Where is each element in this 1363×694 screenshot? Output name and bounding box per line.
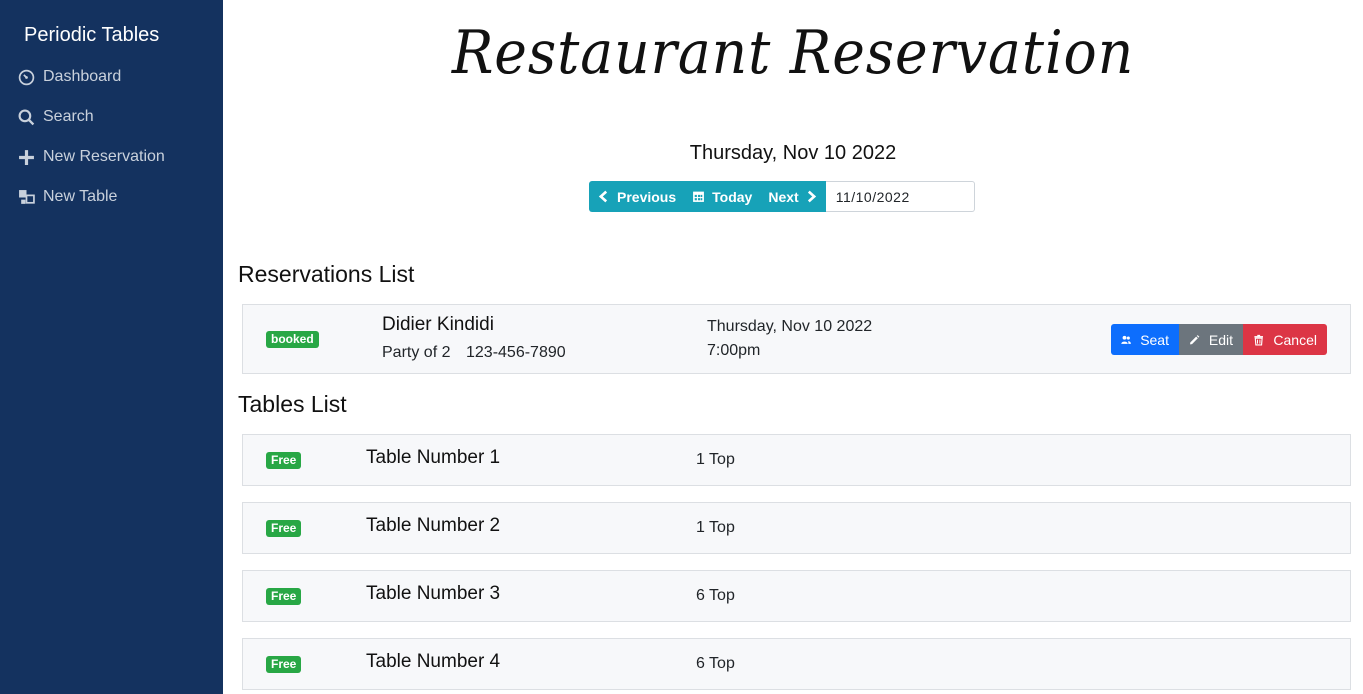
table-capacity: 1 Top [696,451,735,468]
calendar-icon [693,191,705,202]
sidebar-item-dashboard[interactable]: Dashboard [18,65,121,89]
edit-label: Edit [1208,331,1233,348]
page-title: Restaurant Reservation [451,18,1135,88]
pencil-icon [1190,334,1200,344]
table-capacity: 6 Top [696,587,735,604]
reservation-name: Didier Kindidi [382,314,494,335]
cancel-button[interactable]: Cancel [1243,324,1327,355]
table-capacity: 1 Top [696,519,735,536]
today-label: Today [712,188,753,205]
sidebar-item-label: Search [43,108,94,125]
next-label: Next [768,188,799,205]
search-icon [18,109,35,126]
sidebar-item-label: New Reservation [43,148,165,165]
date-input[interactable] [825,181,975,212]
status-badge: booked [266,331,319,348]
users-icon [1121,335,1131,344]
next-day-button[interactable]: Next [760,181,825,212]
seat-button[interactable]: Seat [1111,324,1179,355]
cancel-label: Cancel [1273,331,1317,348]
table-name: Table Number 1 [366,447,501,468]
trash-icon [1254,334,1263,346]
sidebar-item-search[interactable]: Search [18,105,94,129]
table-name: Table Number 2 [366,515,501,536]
today-button[interactable]: Today [684,181,760,212]
status-badge: Free [266,656,302,673]
seat-label: Seat [1140,331,1169,348]
sidebar-item-label: Dashboard [43,68,122,85]
sidebar: Periodic Tables Dashboard Search New Res… [0,0,223,694]
chevron-left-icon [598,190,608,203]
reservation-time: 7:00pm [707,342,761,359]
table-card: Free Table Number 1 1 Top [242,434,1351,486]
table-name: Table Number 4 [366,651,501,672]
tables-list-heading: Tables List [238,391,347,417]
sidebar-item-new-reservation[interactable]: New Reservation [18,145,165,169]
reservation-party-size: Party of 2 [382,344,451,361]
table-capacity: 6 Top [696,655,735,672]
reservations-list-heading: Reservations List [238,261,415,287]
status-badge: Free [266,452,302,469]
reservation-actions: Seat Edit Cancel [1111,324,1327,355]
table-card: Free Table Number 2 1 Top [242,502,1351,554]
plus-icon [18,149,35,166]
status-badge: Free [266,520,302,537]
current-date-heading: Thursday, Nov 10 2022 [689,142,897,164]
previous-label: Previous [617,188,677,205]
sidebar-item-new-table[interactable]: New Table [18,185,117,209]
edit-button[interactable]: Edit [1179,324,1243,355]
status-badge: Free [266,588,302,605]
brand-title[interactable]: Periodic Tables [24,24,159,47]
table-card: Free Table Number 3 6 Top [242,570,1351,622]
chevron-right-icon [807,190,816,203]
date-nav-button-group: Previous Today Next [589,181,826,212]
table-card: Free Table Number 4 6 Top [242,638,1351,690]
reservation-date: Thursday, Nov 10 2022 [707,318,873,335]
table-icon [18,189,35,206]
table-name: Table Number 3 [366,583,501,604]
sidebar-item-label: New Table [43,188,118,205]
reservation-card: booked Didier Kindidi Party of 2 123-456… [242,304,1351,374]
reservation-phone: 123-456-7890 [466,344,566,361]
previous-day-button[interactable]: Previous [589,181,684,212]
dashboard-icon [18,69,35,86]
date-navigation: Previous Today Next [589,181,975,212]
